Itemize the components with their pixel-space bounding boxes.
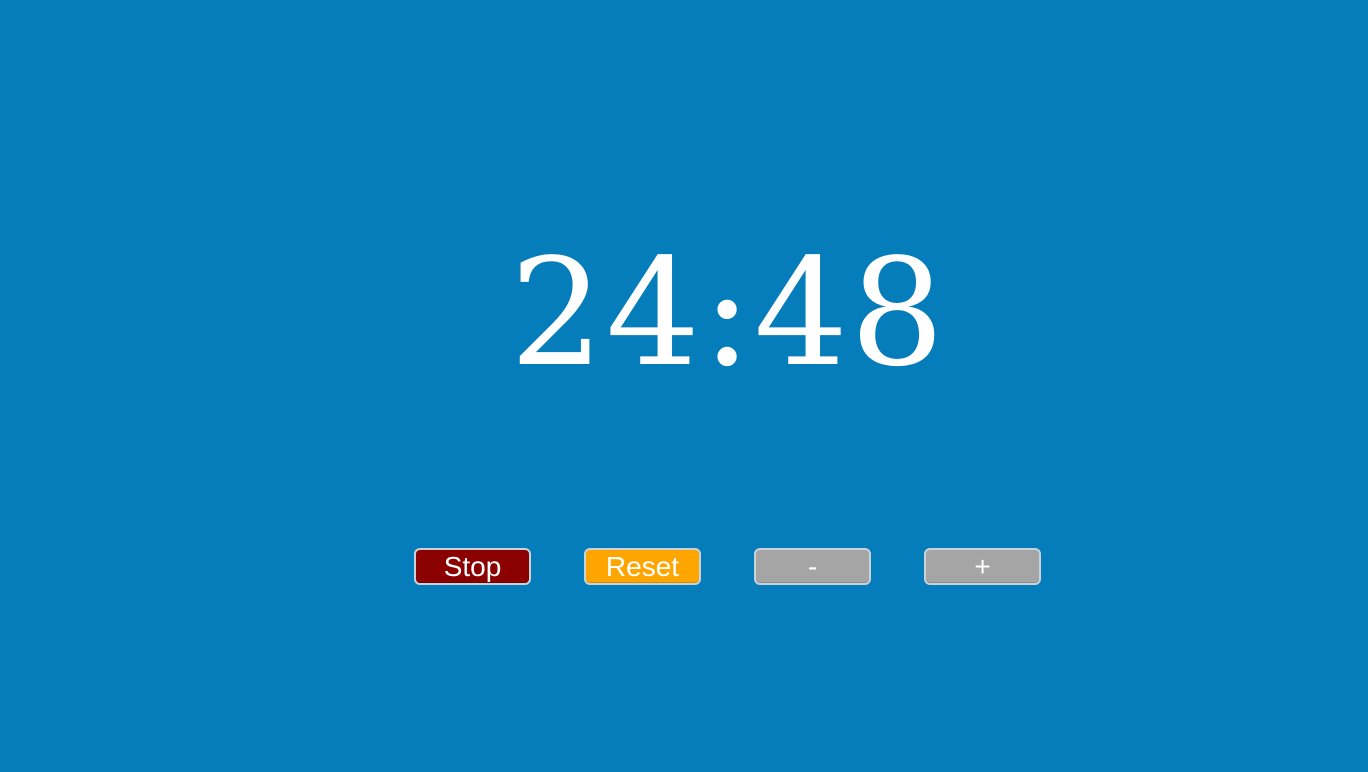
timer-app: { "timer": { "display": "24:48" }, "cont… <box>0 0 1368 772</box>
decrease-time-button[interactable]: - <box>754 548 871 585</box>
reset-button[interactable]: Reset <box>584 548 701 585</box>
timer-display: 24:48 <box>509 227 947 399</box>
increase-time-button[interactable]: + <box>924 548 1041 585</box>
stop-button[interactable]: Stop <box>414 548 531 585</box>
